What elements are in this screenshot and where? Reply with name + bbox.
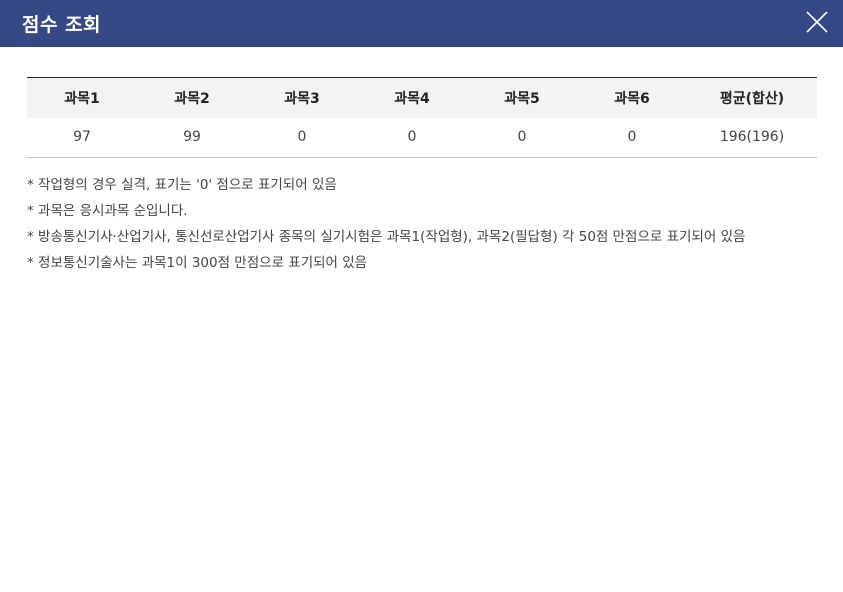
table-row: 97 99 0 0 0 0 196(196) (27, 117, 817, 158)
column-header-subject3: 과목3 (247, 77, 357, 118)
note-item: * 방송통신기사·산업기사, 통신선로산업기사 종목의 실기시험은 과목1(작업… (27, 229, 746, 245)
note-item: * 과목은 응시과목 순입니다. (27, 203, 188, 219)
note-item: * 정보통신기술사는 과목1이 300점 만점으로 표기되어 있음 (27, 255, 368, 271)
table-header-row: 과목1 과목2 과목3 과목4 과목5 과목6 평균(합산) (27, 77, 817, 118)
score-subject5: 0 (467, 117, 577, 158)
column-header-subject1: 과목1 (27, 77, 137, 118)
column-header-average: 평균(합산) (687, 77, 817, 118)
score-subject1: 97 (27, 117, 137, 158)
column-header-subject4: 과목4 (357, 77, 467, 118)
close-icon[interactable] (805, 10, 829, 34)
note-item: * 작업형의 경우 실격, 표기는 '0' 점으로 표기되어 있음 (27, 177, 337, 193)
score-average: 196(196) (687, 117, 817, 158)
column-header-subject5: 과목5 (467, 77, 577, 118)
notes-list: * 작업형의 경우 실격, 표기는 '0' 점으로 표기되어 있음 * 과목은 … (27, 172, 817, 276)
score-subject2: 99 (137, 117, 247, 158)
score-subject4: 0 (357, 117, 467, 158)
score-subject6: 0 (577, 117, 687, 158)
dialog-title: 점수 조회 (22, 14, 102, 36)
score-table: 과목1 과목2 과목3 과목4 과목5 과목6 평균(합산) 97 99 0 0… (27, 77, 817, 158)
column-header-subject2: 과목2 (137, 77, 247, 118)
column-header-subject6: 과목6 (577, 77, 687, 118)
close-icon-glyph (806, 11, 828, 33)
dialog-header: 점수 조회 (0, 0, 843, 47)
score-subject3: 0 (247, 117, 357, 158)
